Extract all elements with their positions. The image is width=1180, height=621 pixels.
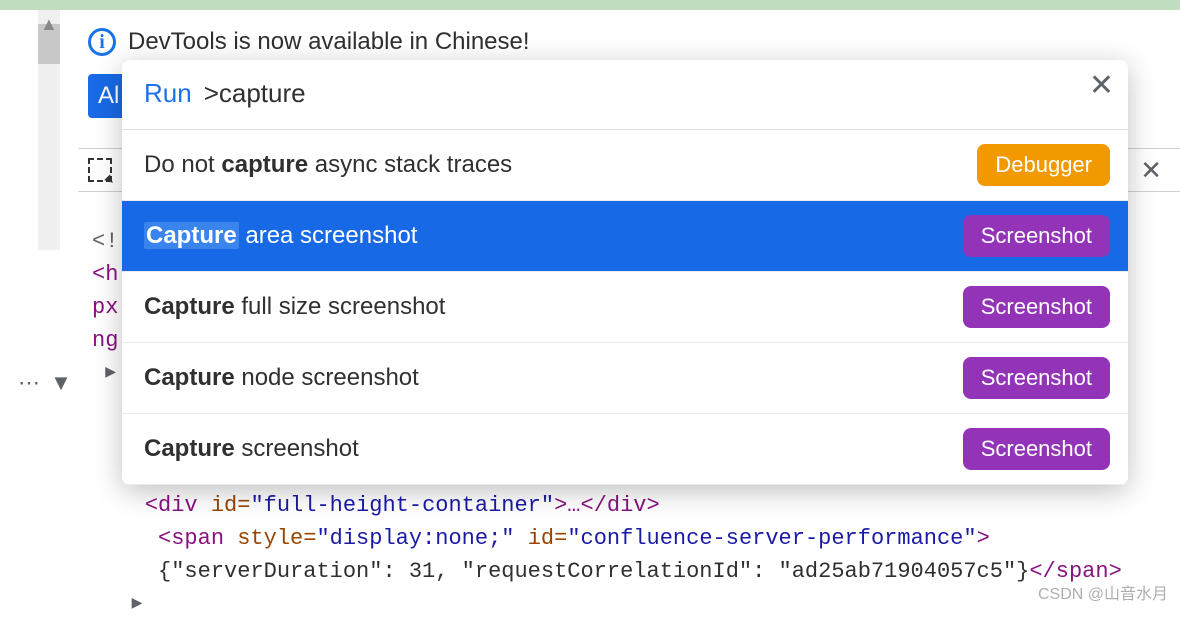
code-tag: <span bbox=[158, 526, 224, 551]
category-badge: Debugger bbox=[977, 144, 1110, 186]
command-palette-header: Run >capture bbox=[122, 60, 1128, 130]
category-badge: Screenshot bbox=[963, 357, 1110, 399]
expand-triangle-icon[interactable]: ▶ bbox=[105, 363, 116, 384]
window-top-accent bbox=[0, 0, 1180, 10]
command-item-label: Capture area screenshot bbox=[144, 222, 417, 250]
category-badge: Screenshot bbox=[963, 286, 1110, 328]
category-badge: Screenshot bbox=[963, 428, 1110, 470]
code-str: "confluence-server-performance" bbox=[567, 526, 976, 551]
category-badge: Screenshot bbox=[963, 215, 1110, 257]
code-tag: > bbox=[977, 526, 990, 551]
expand-triangle-icon[interactable]: ▶ bbox=[132, 594, 143, 615]
command-item[interactable]: Do not capture async stack traces Debugge… bbox=[122, 130, 1128, 201]
code-attr: id= bbox=[198, 493, 251, 518]
watermark: CSDN @山音水月 bbox=[1038, 580, 1168, 604]
code-line: px bbox=[92, 295, 118, 320]
code-line: <h bbox=[92, 262, 118, 287]
command-item-label: Capture screenshot bbox=[144, 435, 359, 463]
command-item[interactable]: Capture node screenshot Screenshot bbox=[122, 343, 1128, 414]
info-icon: i bbox=[88, 28, 116, 56]
close-icon[interactable]: ✕ bbox=[1140, 155, 1162, 186]
command-item[interactable]: Capture full size screenshot Screenshot bbox=[122, 272, 1128, 343]
code-str: "full-height-container" bbox=[250, 493, 554, 518]
run-label: Run bbox=[144, 78, 192, 109]
code-tag: <div bbox=[145, 493, 198, 518]
scrollbar-track[interactable] bbox=[38, 10, 60, 250]
prompt-prefix: > bbox=[204, 78, 219, 108]
element-picker-icon[interactable] bbox=[88, 158, 112, 182]
command-palette: ✕ Run >capture Do not capture async stac… bbox=[122, 60, 1128, 485]
command-item[interactable]: Capture area screenshot Screenshot bbox=[122, 201, 1128, 272]
close-icon[interactable]: ✕ bbox=[1089, 68, 1114, 103]
code-str: "display:none;" bbox=[316, 526, 514, 551]
query-text: capture bbox=[219, 78, 306, 108]
command-palette-list: Do not capture async stack traces Debugge… bbox=[122, 130, 1128, 485]
banner-text: DevTools is now available in Chinese! bbox=[128, 28, 530, 56]
command-item-label: Do not capture async stack traces bbox=[144, 151, 512, 179]
code-text: {"serverDuration": 31, "requestCorrelati… bbox=[158, 559, 1029, 584]
scroll-up-arrow[interactable]: ▲ bbox=[40, 14, 58, 35]
command-input[interactable]: >capture bbox=[204, 78, 306, 109]
code-line: ng bbox=[92, 328, 118, 353]
command-item-label: Capture full size screenshot bbox=[144, 293, 445, 321]
code-tag: div> bbox=[607, 493, 660, 518]
code-attr: style= bbox=[224, 526, 316, 551]
code-line: <! bbox=[92, 229, 118, 254]
code-attr: id= bbox=[515, 526, 568, 551]
command-item[interactable]: Capture screenshot Screenshot bbox=[122, 414, 1128, 485]
command-item-label: Capture node screenshot bbox=[144, 364, 419, 392]
gutter-overflow-indicator[interactable]: ⋯ ▼ bbox=[18, 370, 74, 396]
code-tag: >…</ bbox=[554, 493, 607, 518]
